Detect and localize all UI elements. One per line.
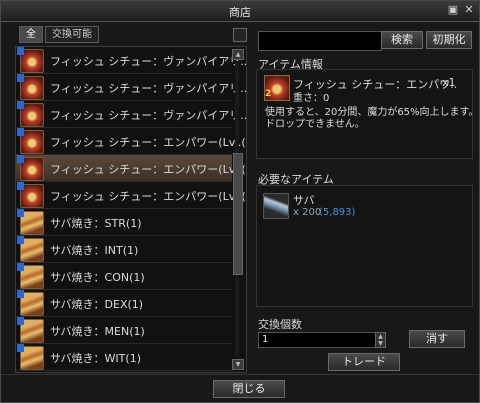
required-item-qty: x 200: [293, 207, 322, 218]
new-badge-icon: [17, 182, 24, 190]
scroll-down-icon[interactable]: ▼: [232, 359, 244, 370]
list-item-label: サバ焼き：INT(1): [50, 244, 139, 257]
list-item[interactable]: フィッシュ シチュー：ヴァンパイアリ..(1): [16, 74, 246, 101]
new-badge-icon: [17, 317, 24, 325]
title-bar[interactable]: 商店 ▣ ✕: [1, 1, 479, 22]
list-item-label: フィッシュ シチュー：エンパワー(Lv..(1): [50, 136, 247, 149]
list-item[interactable]: サバ焼き：MEN(1): [16, 317, 232, 344]
footer-divider: [1, 374, 479, 375]
owned-count: (5,893): [319, 207, 356, 218]
scroll-thumb[interactable]: [233, 153, 243, 275]
close-button[interactable]: 閉じる: [213, 380, 285, 398]
icon-number: 2: [265, 89, 272, 99]
grid-view-icon[interactable]: [233, 28, 247, 42]
clear-button[interactable]: 消す: [409, 330, 465, 348]
list-item-selected[interactable]: フィッシュ シチュー：エンパワー(Lv..(1): [16, 155, 246, 182]
list-item[interactable]: サバ焼き：DEX(1): [16, 290, 232, 317]
list-item-label: フィッシュ シチュー：ヴァンパイアリ..(1): [50, 82, 247, 95]
item-desc-2: ドロップできません。: [265, 119, 365, 130]
search-button[interactable]: 検索: [381, 31, 423, 49]
list-item[interactable]: サバ焼き：WIT(1): [16, 344, 232, 371]
new-badge-icon: [17, 155, 24, 163]
search-input[interactable]: [258, 31, 382, 51]
required-item-name: サバ: [293, 194, 315, 207]
list-item-label: サバ焼き：WIT(1): [50, 352, 141, 365]
item-list: フィッシュ シチュー：ヴァンパイアリ..(1) フィッシュ シチュー：ヴァンパイ…: [15, 46, 247, 373]
window-title: 商店: [229, 6, 251, 19]
list-item-label: サバ焼き：DEX(1): [50, 298, 144, 311]
new-badge-icon: [17, 236, 24, 244]
quantity-field[interactable]: 1: [258, 332, 378, 348]
new-badge-icon: [17, 47, 24, 55]
list-item-label: フィッシュ シチュー：エンパワー(Lv..(1): [50, 190, 247, 203]
new-badge-icon: [17, 344, 24, 352]
trade-button[interactable]: トレード: [328, 353, 400, 371]
new-badge-icon: [17, 74, 24, 82]
tab-bar: 全交換可能: [19, 26, 101, 43]
new-badge-icon: [17, 263, 24, 271]
exchange-qty-heading: 交換個数: [258, 318, 302, 331]
item-weight: 重さ：0: [293, 93, 330, 104]
new-badge-icon: [17, 290, 24, 298]
new-badge-icon: [17, 101, 24, 109]
list-item[interactable]: フィッシュ シチュー：エンパワー(Lv..(1): [16, 182, 246, 209]
reset-button[interactable]: 初期化: [426, 31, 472, 49]
list-item-label: サバ焼き：MEN(1): [50, 325, 145, 338]
quantity-stepper[interactable]: ▲ ▼: [375, 332, 386, 348]
list-item[interactable]: フィッシュ シチュー：ヴァンパイアリ..(1): [16, 101, 246, 128]
list-item-label: フィッシュ シチュー：エンパワー(Lv..(1): [50, 163, 247, 176]
scroll-up-icon[interactable]: ▲: [232, 49, 244, 60]
item-qty: x1: [442, 76, 456, 89]
list-item[interactable]: サバ焼き：STR(1): [16, 209, 232, 236]
list-item-label: フィッシュ シチュー：ヴァンパイアリ..(1): [50, 109, 247, 122]
list-item-label: サバ焼き：STR(1): [50, 217, 142, 230]
list-item[interactable]: サバ焼き：INT(1): [16, 236, 232, 263]
tab-all[interactable]: 全: [19, 26, 43, 43]
tab-exchangeable[interactable]: 交換可能: [45, 26, 99, 43]
new-badge-icon: [17, 128, 24, 136]
list-item[interactable]: フィッシュ シチュー：ヴァンパイアリ..(1): [16, 47, 246, 74]
window-settings-icon[interactable]: ▣: [447, 4, 459, 16]
list-item[interactable]: フィッシュ シチュー：エンパワー(Lv..(1): [16, 128, 246, 155]
list-item[interactable]: サバ焼き：CON(1): [16, 263, 232, 290]
list-scrollbar[interactable]: ▲ ▼: [232, 49, 244, 370]
mackerel-icon: [263, 193, 289, 219]
close-icon[interactable]: ✕: [463, 4, 475, 16]
list-item-label: サバ焼き：CON(1): [50, 271, 145, 284]
new-badge-icon: [17, 209, 24, 217]
list-item-label: フィッシュ シチュー：ヴァンパイアリ..(1): [50, 55, 247, 68]
shop-window: 商店 ▣ ✕ 全交換可能 フィッシュ シチュー：ヴァンパイアリ..(1) フィッ…: [0, 0, 480, 403]
